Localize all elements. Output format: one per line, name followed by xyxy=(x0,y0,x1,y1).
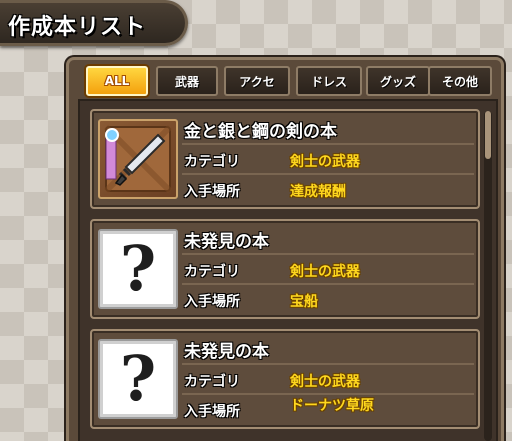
sword-book-icon xyxy=(103,124,173,194)
tab-dresses[interactable]: ドレス xyxy=(296,66,362,96)
tab-accessories[interactable]: アクセ xyxy=(224,66,290,96)
category-value: 剣士の武器 xyxy=(290,154,360,170)
page-title: 作成本リスト xyxy=(8,15,147,40)
category-value: 剣士の武器 xyxy=(290,374,360,390)
book-thumbnail xyxy=(98,119,178,199)
tab-other[interactable]: その他 xyxy=(428,66,492,96)
unknown-book-thumbnail: ? xyxy=(98,229,178,309)
tab-weapons[interactable]: 武器 xyxy=(156,66,218,96)
divider xyxy=(182,253,474,255)
list-item[interactable]: ? 未発見の本 カテゴリ 剣士の武器 入手場所 ドーナツ草原 xyxy=(90,329,480,429)
category-tabs: ALL 武器 アクセ ドレス グッズ その他 xyxy=(76,66,496,98)
list-item[interactable]: 金と銀と鋼の剣の本 カテゴリ 剣士の武器 入手場所 達成報酬 xyxy=(90,109,480,209)
scrollbar-track[interactable] xyxy=(484,111,492,441)
category-label: カテゴリ xyxy=(184,264,240,280)
divider xyxy=(182,143,474,145)
obtain-value: 達成報酬 xyxy=(290,184,346,200)
obtain-label: 入手場所 xyxy=(184,184,240,200)
book-title: 未発見の本 xyxy=(184,232,269,252)
book-title: 未発見の本 xyxy=(184,342,269,362)
category-label: カテゴリ xyxy=(184,154,240,170)
category-value: 剣士の武器 xyxy=(290,264,360,280)
question-mark-icon: ? xyxy=(119,232,157,305)
book-title: 金と銀と鋼の剣の本 xyxy=(184,122,337,142)
obtain-label: 入手場所 xyxy=(184,294,240,310)
category-label: カテゴリ xyxy=(184,374,240,390)
scrollbar-thumb[interactable] xyxy=(485,111,491,159)
obtain-label: 入手場所 xyxy=(184,404,240,420)
tab-all[interactable]: ALL xyxy=(86,66,148,96)
obtain-value: 宝船 xyxy=(290,294,318,310)
divider xyxy=(182,173,474,175)
list-item[interactable]: ? 未発見の本 カテゴリ 剣士の武器 入手場所 宝船 xyxy=(90,219,480,319)
unknown-book-thumbnail: ? xyxy=(98,339,178,419)
title-banner: 作成本リスト xyxy=(0,0,188,46)
question-mark-icon: ? xyxy=(119,342,157,415)
divider xyxy=(182,283,474,285)
obtain-value: ドーナツ草原 xyxy=(290,398,374,414)
tab-goods[interactable]: グッズ xyxy=(366,66,430,96)
book-list[interactable]: 金と銀と鋼の剣の本 カテゴリ 剣士の武器 入手場所 達成報酬 ? 未発見の本 カ… xyxy=(78,99,498,441)
divider xyxy=(182,363,474,365)
